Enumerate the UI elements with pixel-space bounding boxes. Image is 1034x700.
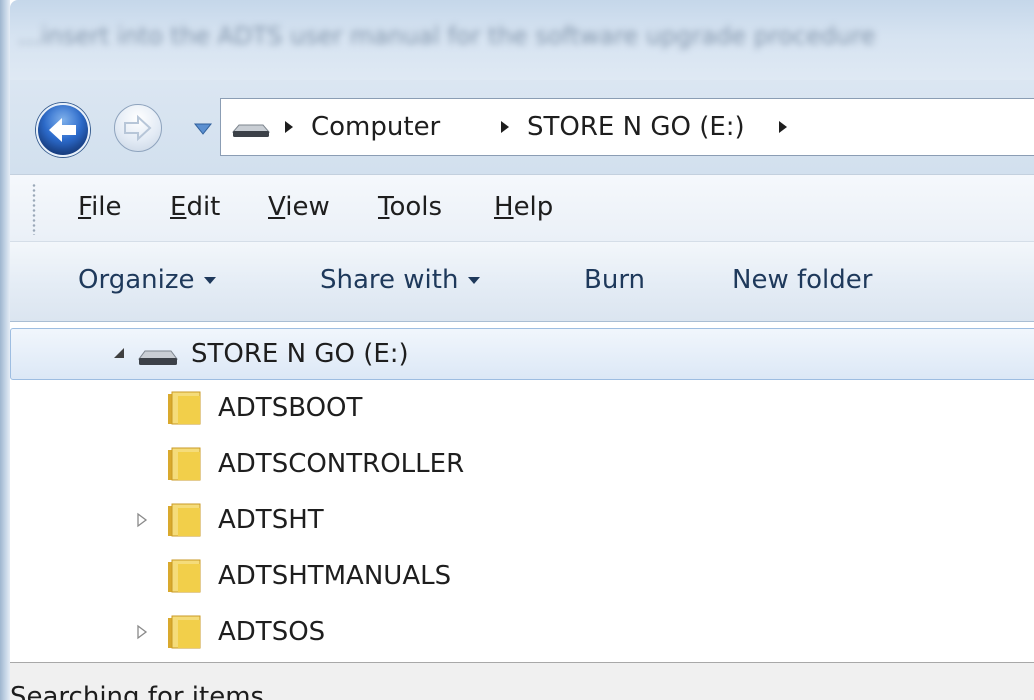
address-bar[interactable]: Computer STORE N GO (E:)	[220, 98, 1034, 156]
tree-item-label: ADTSHTMANUALS	[218, 561, 452, 591]
menu-bar: File Edit View Tools Help	[10, 174, 1034, 242]
tree-item-store-n-go[interactable]: STORE N GO (E:)	[10, 328, 1034, 380]
folder-icon	[168, 615, 201, 649]
tree-item-label: ADTSOS	[218, 617, 326, 647]
folder-icon	[168, 391, 201, 425]
expand-triangle-icon[interactable]	[136, 624, 148, 640]
tree-item-folder[interactable]: ADTSOS	[10, 604, 1034, 660]
navigation-bar: Computer STORE N GO (E:)	[10, 80, 1034, 174]
menu-edit[interactable]: Edit	[170, 191, 220, 223]
status-text: Searching for items...	[10, 682, 289, 700]
menu-tools[interactable]: Tools	[378, 191, 442, 223]
breadcrumb-computer[interactable]: Computer	[311, 111, 440, 143]
new-folder-button[interactable]: New folder	[732, 264, 872, 296]
removable-drive-icon	[231, 124, 271, 137]
tree-item-label: ADTSHT	[218, 505, 324, 535]
window-frame-left	[0, 0, 10, 700]
folder-icon	[168, 447, 201, 481]
breadcrumb-store-n-go[interactable]: STORE N GO (E:)	[527, 111, 745, 143]
chevron-down-icon	[468, 277, 481, 284]
tree-item-folder[interactable]: ADTSBOOT	[10, 380, 1034, 436]
back-button[interactable]	[36, 103, 90, 157]
title-bar[interactable]: ...insert into the ADTS user manual for …	[10, 0, 1034, 80]
share-with-button[interactable]: Share with	[320, 264, 481, 296]
navigation-tree[interactable]: STORE N GO (E:) ADTSBOOT ADTSCONTROLLER	[10, 322, 1034, 662]
organize-button[interactable]: Organize	[78, 264, 217, 296]
explorer-window: ...insert into the ADTS user manual for …	[0, 0, 1034, 700]
forward-button[interactable]	[114, 104, 162, 152]
tree-item-folder[interactable]: ADTSHTMANUALS	[10, 548, 1034, 604]
menu-file[interactable]: File	[78, 191, 122, 223]
tree-item-folder[interactable]: ADTSHT	[10, 492, 1034, 548]
removable-drive-icon	[138, 350, 178, 365]
menu-grip	[32, 183, 36, 235]
tree-item-folder[interactable]: ADTSCONTROLLER	[10, 436, 1034, 492]
breadcrumb-separator-icon[interactable]	[283, 119, 295, 135]
folder-icon	[168, 559, 201, 593]
breadcrumb-separator-icon[interactable]	[499, 119, 511, 135]
breadcrumb-separator-icon[interactable]	[777, 119, 789, 135]
organize-label: Organize	[78, 265, 195, 295]
tree-item-label: ADTSCONTROLLER	[218, 449, 465, 479]
expand-triangle-icon[interactable]	[136, 512, 148, 528]
chevron-down-icon[interactable]	[192, 121, 214, 137]
window-title: ...insert into the ADTS user manual for …	[18, 22, 876, 50]
forward-arrow-icon	[124, 114, 152, 142]
back-arrow-icon	[49, 118, 76, 142]
status-bar: Searching for items...	[10, 662, 1034, 700]
command-bar: Organize Share with Burn New folder	[10, 242, 1034, 322]
burn-button[interactable]: Burn	[584, 264, 645, 296]
chevron-down-icon	[204, 277, 217, 284]
share-with-label: Share with	[320, 265, 459, 295]
menu-view[interactable]: View	[268, 191, 330, 223]
tree-item-label: ADTSBOOT	[218, 393, 363, 423]
menu-help[interactable]: Help	[494, 191, 553, 223]
folder-icon	[168, 503, 201, 537]
tree-item-label: STORE N GO (E:)	[191, 339, 409, 369]
collapse-triangle-icon[interactable]	[113, 347, 125, 359]
